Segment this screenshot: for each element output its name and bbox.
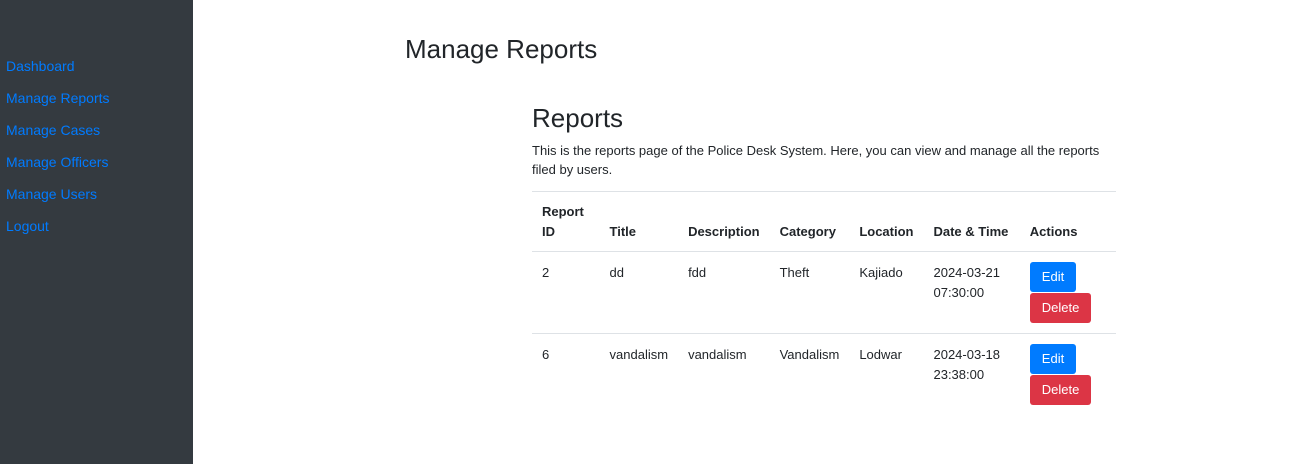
section-title: Reports (532, 103, 624, 133)
column-header-description: Description (678, 191, 770, 252)
edit-button[interactable]: Edit (1029, 344, 1077, 374)
sidebar-item-manage-officers[interactable]: Manage Officers (0, 152, 193, 184)
cell-location: Lodwar (849, 333, 924, 415)
cell-date-time: 2024-03-21 07:30:00 (933, 265, 1000, 300)
edit-button[interactable]: Edit (1029, 262, 1077, 292)
cell-category: Vandalism (769, 333, 850, 415)
column-header-date-time: Date & Time (923, 191, 1020, 252)
column-header-category: Category (769, 191, 850, 252)
column-header-location: Location (849, 191, 924, 252)
reports-section: Reports This is the reports page of the … (532, 102, 1116, 415)
cell-report-id: 6 (532, 333, 600, 415)
table-header-row: Report ID Title Description Category Loc… (532, 191, 1116, 252)
column-header-report-id: Report ID (532, 191, 600, 252)
sidebar-item-manage-cases[interactable]: Manage Cases (0, 120, 193, 152)
sidebar: Dashboard Manage Reports Manage Cases Ma… (0, 0, 193, 464)
cell-location: Kajiado (859, 265, 903, 280)
column-header-title: Title (599, 191, 679, 252)
cell-report-id: 2 (542, 265, 550, 280)
table-header: Report ID Title Description Category Loc… (532, 191, 1116, 252)
page-title: Manage Reports (405, 34, 598, 64)
sidebar-item-manage-reports[interactable]: Manage Reports (0, 88, 193, 120)
cell-actions: Edit Delete (1020, 252, 1116, 334)
cell-description: vandalism (678, 333, 770, 415)
table-row: 6 vandalism vandalism Vandalism Lodwar 2… (532, 333, 1116, 415)
cell-actions: Edit Delete (1019, 333, 1116, 415)
column-header-actions: Actions (1019, 191, 1116, 252)
cell-title: vandalism (599, 333, 679, 415)
cell-date-time: 2024-03-18 23:38:00 (923, 333, 1020, 415)
cell-category: Theft (779, 265, 810, 280)
table-row: 2 dd fdd Theft Kajiado 2024-03-21 07:30:… (532, 252, 1116, 334)
reports-table: Report ID Title Description Category Loc… (532, 191, 1116, 415)
delete-button[interactable]: Delete (1029, 375, 1092, 405)
cell-description: fdd (688, 265, 707, 280)
delete-button[interactable]: Delete (1029, 293, 1092, 323)
sidebar-item-logout[interactable]: Logout (0, 216, 193, 248)
app-layout: Dashboard Manage Reports Manage Cases Ma… (0, 0, 1296, 464)
table-body: 2 dd fdd Theft Kajiado 2024-03-21 07:30:… (532, 252, 1116, 415)
cell-title: dd (609, 265, 624, 280)
sidebar-item-dashboard[interactable]: Dashboard (0, 56, 193, 88)
sidebar-item-manage-users[interactable]: Manage Users (0, 184, 193, 216)
section-description: This is the reports page of the Police D… (532, 143, 1100, 177)
